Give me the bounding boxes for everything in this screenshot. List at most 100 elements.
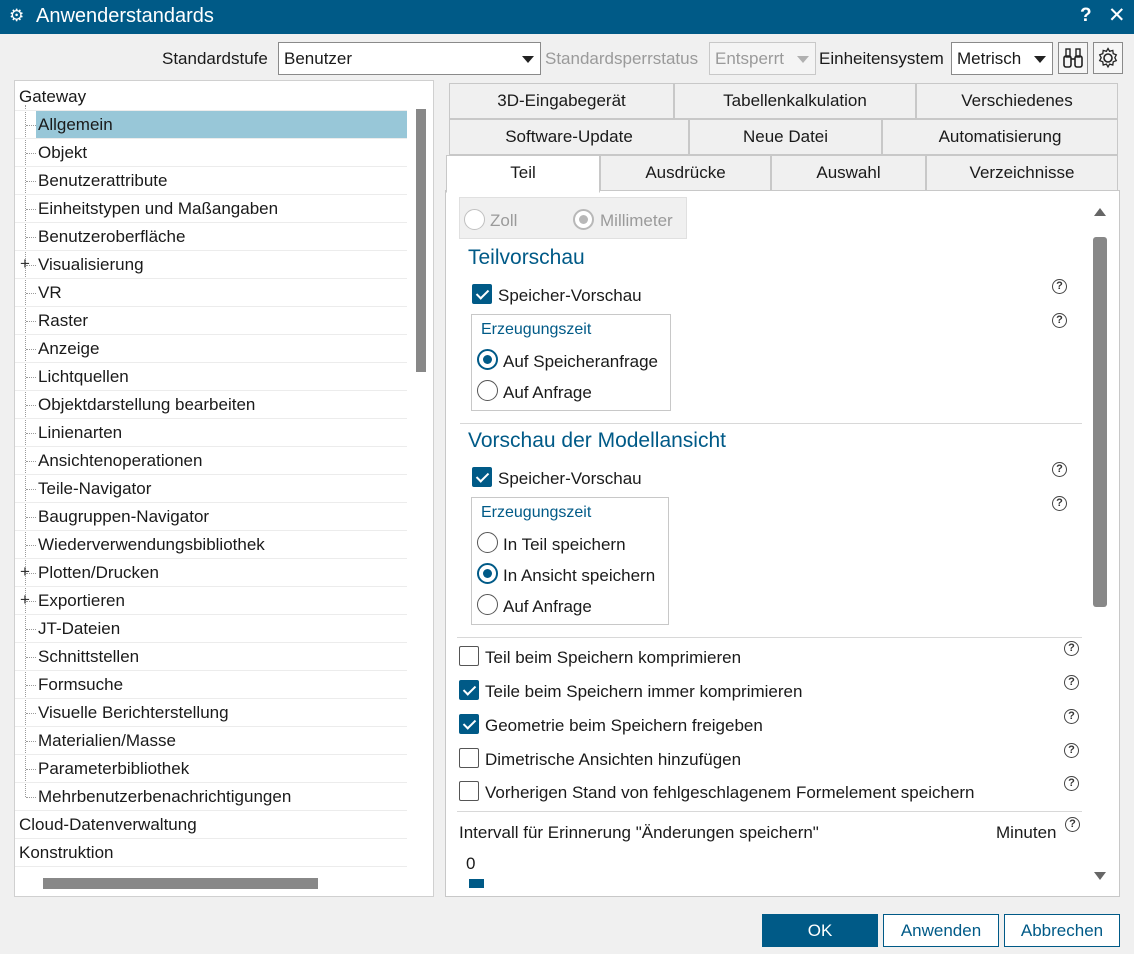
tree-item-parameterbibliothek[interactable]: Parameterbibliothek: [15, 755, 407, 783]
tree-item-baugruppen-navigator[interactable]: Baugruppen-Navigator: [15, 503, 407, 531]
category-tree[interactable]: Gateway Allgemein Objekt Benutzerattribute E…: [14, 80, 434, 897]
tab-neue-datei[interactable]: Neue Datei: [689, 119, 882, 155]
tree-item-benutzerattribute[interactable]: Benutzerattribute: [15, 167, 407, 195]
help-icon[interactable]: ?: [1064, 709, 1079, 724]
tree-item-vr[interactable]: VR: [15, 279, 407, 307]
checkbox-label: Teil beim Speichern komprimieren: [485, 648, 742, 667]
tab-automatisierung[interactable]: Automatisierung: [882, 119, 1118, 155]
tree-item-jt-dateien[interactable]: JT-Dateien: [15, 615, 407, 643]
help-icon[interactable]: ?: [1052, 496, 1067, 511]
tree-item-objektdarstellung-bearbeiten[interactable]: Objektdarstellung bearbeiten: [15, 391, 407, 419]
tree-connector: [26, 405, 36, 406]
settings-button[interactable]: [1093, 42, 1123, 74]
tab-ausdrücke[interactable]: Ausdrücke: [600, 155, 771, 191]
radio-in-teil-speichern[interactable]: [477, 532, 498, 553]
tree-item-label: Allgemein: [38, 115, 113, 134]
scroll-up-icon[interactable]: [1094, 208, 1106, 216]
help-icon[interactable]: ?: [1052, 313, 1067, 328]
expand-icon[interactable]: +: [20, 254, 30, 274]
tree-item-visuelle-berichterstellung[interactable]: Visuelle Berichterstellung: [15, 699, 407, 727]
tree-item-allgemein[interactable]: Allgemein: [15, 111, 407, 139]
tree-item-label: Objekt: [38, 143, 88, 162]
tab-teil[interactable]: Teil: [446, 155, 600, 193]
tree-item-schnittstellen[interactable]: Schnittstellen: [15, 643, 407, 671]
help-icon[interactable]: ?: [1064, 776, 1079, 791]
tab-verzeichnisse[interactable]: Verzeichnisse: [926, 155, 1118, 191]
radio-zoll[interactable]: [464, 209, 485, 230]
tree-item-linienarten[interactable]: Linienarten: [15, 419, 407, 447]
tree-item-gateway[interactable]: Gateway: [15, 83, 407, 111]
help-icon[interactable]: ?: [1064, 743, 1079, 758]
divider: [457, 637, 1082, 638]
binoculars-icon: [1063, 48, 1083, 68]
tree-item-label: Cloud-Datenverwaltung: [19, 815, 197, 834]
tab-3d-eingabegerät[interactable]: 3D-Eingabegerät: [449, 83, 674, 119]
tree-item-konstruktion[interactable]: Konstruktion: [15, 839, 407, 867]
tree-item-benutzeroberfläche[interactable]: Benutzeroberfläche: [15, 223, 407, 251]
tree-item-mehrbenutzerbenachrichtigungen[interactable]: Mehrbenutzerbenachrichtigungen: [15, 783, 407, 811]
tree-horizontal-scrollbar[interactable]: [43, 878, 318, 889]
checkbox-vorherigen-stand[interactable]: [459, 781, 479, 801]
tree-item-anzeige[interactable]: Anzeige: [15, 335, 407, 363]
checkbox-immer-komprimieren[interactable]: [459, 680, 479, 700]
close-button[interactable]: ✕: [1108, 3, 1126, 28]
tree-connector: [26, 489, 36, 490]
interval-slider-handle[interactable]: [469, 879, 484, 888]
help-icon[interactable]: ?: [1052, 279, 1067, 294]
sperrstatus-value: Entsperrt: [715, 49, 784, 68]
tab-verschiedenes[interactable]: Verschiedenes: [916, 83, 1118, 119]
cancel-button[interactable]: Abbrechen: [1004, 914, 1120, 947]
tab-auswahl[interactable]: Auswahl: [771, 155, 926, 191]
tree-item-label: Materialien/Masse: [38, 731, 176, 750]
tree-item-einheitstypen-und-maßangaben[interactable]: Einheitstypen und Maßangaben: [15, 195, 407, 223]
tree-item-ansichtenoperationen[interactable]: Ansichtenoperationen: [15, 447, 407, 475]
find-button[interactable]: [1058, 42, 1088, 74]
tab-software-update[interactable]: Software-Update: [449, 119, 689, 155]
tree-item-wiederverwendungsbibliothek[interactable]: Wiederverwendungsbibliothek: [15, 531, 407, 559]
checkbox-speicher-vorschau-modell[interactable]: [472, 467, 492, 487]
group-title: Erzeugungszeit: [481, 321, 592, 338]
standardstufe-dropdown[interactable]: Benutzer: [278, 42, 541, 75]
checkbox-dimetrische-ansichten[interactable]: [459, 748, 479, 768]
ok-button[interactable]: OK: [762, 914, 878, 947]
expand-icon[interactable]: +: [20, 590, 30, 610]
tree-item-plotten-drucken[interactable]: + Plotten/Drucken: [15, 559, 407, 587]
tree-item-teile-navigator[interactable]: Teile-Navigator: [15, 475, 407, 503]
tree-item-label: Wiederverwendungsbibliothek: [38, 535, 265, 554]
tree-item-raster[interactable]: Raster: [15, 307, 407, 335]
tab-tabellenkalkulation[interactable]: Tabellenkalkulation: [674, 83, 916, 119]
tree-item-exportieren[interactable]: + Exportieren: [15, 587, 407, 615]
checkbox-teil-komprimieren[interactable]: [459, 646, 479, 666]
expand-icon[interactable]: +: [20, 562, 30, 582]
tree-item-cloud-datenverwaltung[interactable]: Cloud-Datenverwaltung: [15, 811, 407, 839]
help-icon[interactable]: ?: [1065, 817, 1080, 832]
tree-item-label: Benutzerattribute: [38, 171, 168, 190]
apply-button[interactable]: Anwenden: [883, 914, 999, 947]
tree-item-formsuche[interactable]: Formsuche: [15, 671, 407, 699]
tree-vertical-scrollbar[interactable]: [416, 109, 426, 372]
checkbox-speicher-vorschau-teil[interactable]: [472, 284, 492, 304]
tree-item-materialien-masse[interactable]: Materialien/Masse: [15, 727, 407, 755]
scroll-down-icon[interactable]: [1094, 872, 1106, 880]
gear-icon: ⚙: [9, 6, 25, 25]
radio-millimeter[interactable]: [573, 209, 594, 230]
help-icon[interactable]: ?: [1064, 641, 1079, 656]
gear-icon: [1098, 47, 1118, 69]
tree-item-label: Mehrbenutzerbenachrichtigungen: [38, 787, 292, 806]
einheiten-dropdown[interactable]: Metrisch: [951, 42, 1053, 75]
tree-item-label: Konstruktion: [19, 843, 114, 862]
tree-item-visualisierung[interactable]: + Visualisierung: [15, 251, 407, 279]
pane-vertical-scrollbar[interactable]: [1093, 237, 1107, 607]
radio-in-ansicht-speichern[interactable]: [477, 563, 498, 584]
radio-auf-speicheranfrage[interactable]: [477, 349, 498, 370]
checkbox-geometrie-freigeben[interactable]: [459, 714, 479, 734]
radio-auf-anfrage-modell[interactable]: [477, 594, 498, 615]
tree-item-objekt[interactable]: Objekt: [15, 139, 407, 167]
help-button[interactable]: ?: [1080, 5, 1092, 27]
help-icon[interactable]: ?: [1064, 675, 1079, 690]
chevron-down-icon: [1034, 56, 1046, 63]
tree-item-lichtquellen[interactable]: Lichtquellen: [15, 363, 407, 391]
radio-auf-anfrage[interactable]: [477, 380, 498, 401]
help-icon[interactable]: ?: [1052, 462, 1067, 477]
sperrstatus-dropdown[interactable]: Entsperrt: [709, 42, 816, 75]
